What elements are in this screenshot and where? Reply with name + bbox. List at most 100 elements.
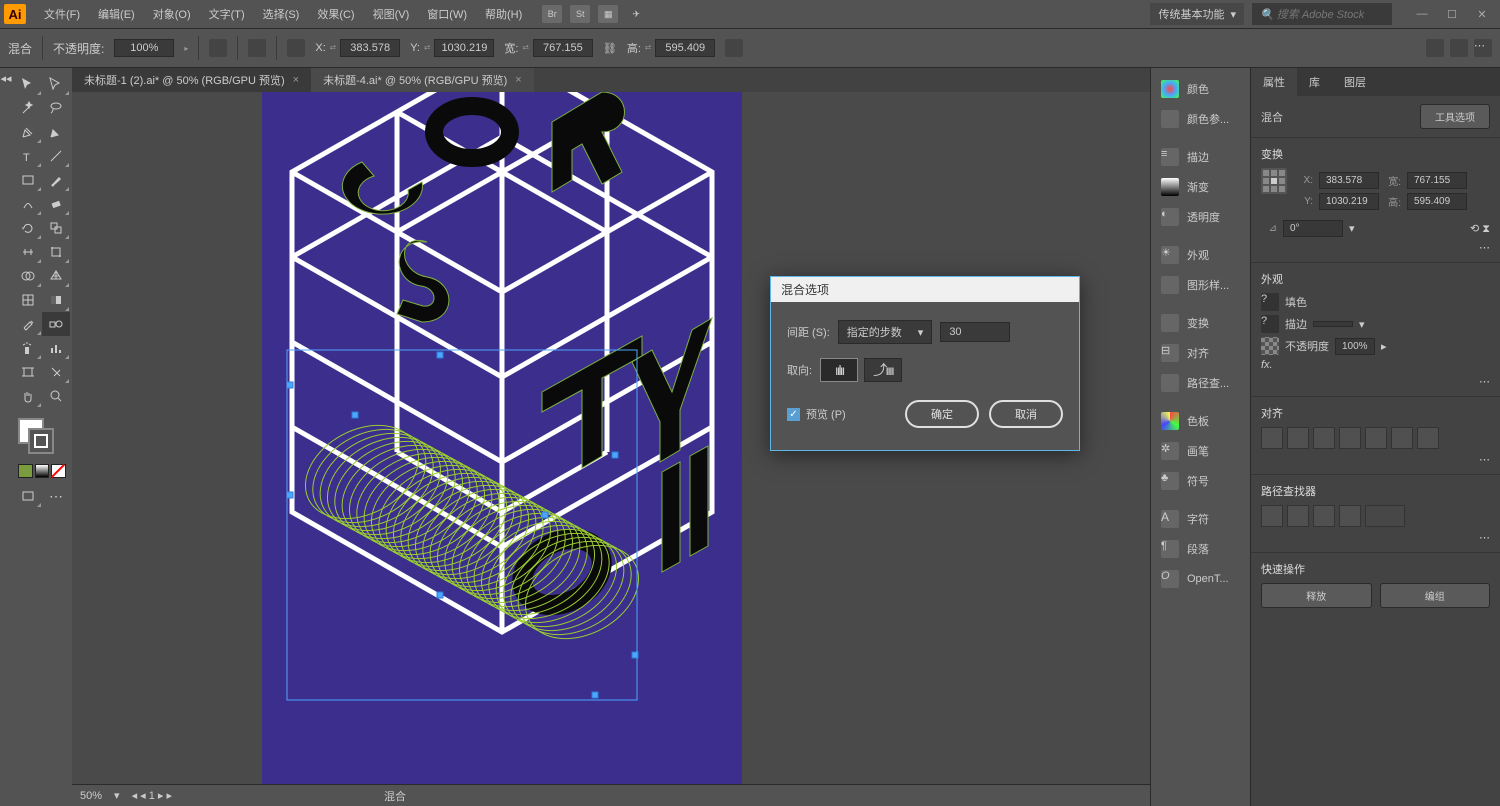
cancel-button[interactable]: 取消	[989, 400, 1063, 428]
menu-select[interactable]: 选择(S)	[255, 2, 308, 26]
stroke-icon[interactable]: ?	[1261, 315, 1279, 333]
doc-setup-icon[interactable]	[1426, 39, 1444, 57]
appearance-more[interactable]: ⋯	[1479, 376, 1490, 388]
release-button[interactable]: 释放	[1261, 583, 1372, 608]
transform-panel-icon[interactable]	[725, 39, 743, 57]
maximize-button[interactable]: ☐	[1438, 4, 1466, 24]
prop-y[interactable]: 1030.219	[1319, 193, 1379, 210]
panel-paragraph[interactable]: ¶段落	[1157, 534, 1244, 564]
panel-color[interactable]: 颜色	[1157, 74, 1244, 104]
pf-minus-front[interactable]	[1287, 505, 1309, 527]
zoom-level[interactable]: 50%	[80, 790, 102, 802]
type-tool[interactable]: T	[14, 144, 42, 168]
panel-color-guide[interactable]: 颜色参...	[1157, 104, 1244, 134]
color-swatches[interactable]	[14, 416, 70, 460]
fill-icon[interactable]: ?	[1261, 293, 1279, 311]
edit-toolbar[interactable]: ⋯	[42, 484, 70, 508]
align-vcenter[interactable]	[1365, 427, 1387, 449]
zoom-tool[interactable]	[42, 384, 70, 408]
opacity-arrow[interactable]: ▸	[184, 44, 188, 53]
panel-brushes[interactable]: ✲画笔	[1157, 436, 1244, 466]
minimize-button[interactable]: —	[1408, 4, 1436, 24]
orient-path-button[interactable]: ⤴ıııı	[864, 358, 902, 382]
style-icon[interactable]	[209, 39, 227, 57]
curvature-tool[interactable]	[42, 120, 70, 144]
line-tool[interactable]	[42, 144, 70, 168]
pf-unite[interactable]	[1261, 505, 1283, 527]
scale-tool[interactable]	[42, 216, 70, 240]
menu-effect[interactable]: 效果(C)	[309, 2, 362, 26]
panel-gradient[interactable]: 渐变	[1157, 172, 1244, 202]
prefs-icon[interactable]	[1450, 39, 1468, 57]
y-input[interactable]: 1030.219	[434, 39, 494, 57]
eyedropper-tool[interactable]	[14, 312, 42, 336]
pen-tool[interactable]	[14, 120, 42, 144]
panel-character[interactable]: A字符	[1157, 504, 1244, 534]
pf-intersect[interactable]	[1313, 505, 1335, 527]
color-mode-none[interactable]	[51, 464, 66, 478]
ok-button[interactable]: 确定	[905, 400, 979, 428]
free-transform-tool[interactable]	[42, 240, 70, 264]
x-input[interactable]: 383.578	[340, 39, 400, 57]
align-top[interactable]	[1339, 427, 1361, 449]
pf-exclude[interactable]	[1339, 505, 1361, 527]
tab-2[interactable]: 未标题-4.ai* @ 50% (RGB/GPU 预览)×	[311, 68, 534, 92]
symbol-sprayer-tool[interactable]	[14, 336, 42, 360]
align-distribute[interactable]	[1417, 427, 1439, 449]
link-icon[interactable]: ⛓	[603, 42, 617, 55]
pathfinder-more[interactable]: ⋯	[1479, 532, 1490, 544]
panel-pathfinder[interactable]: 路径查...	[1157, 368, 1244, 398]
direct-selection-tool[interactable]	[42, 72, 70, 96]
align-left[interactable]	[1261, 427, 1283, 449]
close-button[interactable]: ✕	[1468, 4, 1496, 24]
opacity-input[interactable]: 100%	[114, 39, 174, 57]
paintbrush-tool[interactable]	[42, 168, 70, 192]
blend-tool[interactable]	[42, 312, 70, 336]
tab-properties[interactable]: 属性	[1251, 68, 1297, 96]
prop-x[interactable]: 383.578	[1319, 172, 1379, 189]
h-input[interactable]: 595.409	[655, 39, 715, 57]
tab-1[interactable]: 未标题-1 (2).ai* @ 50% (RGB/GPU 预览)×	[72, 68, 311, 92]
rectangle-tool[interactable]	[14, 168, 42, 192]
panel-stroke[interactable]: ≡描边	[1157, 142, 1244, 172]
prop-w[interactable]: 767.155	[1407, 172, 1467, 189]
tool-options-button[interactable]: 工具选项	[1420, 104, 1490, 129]
panel-transform[interactable]: 变换	[1157, 308, 1244, 338]
gradient-tool[interactable]	[42, 288, 70, 312]
prop-angle[interactable]: 0°	[1283, 220, 1343, 237]
screen-mode[interactable]	[14, 484, 42, 508]
panel-swatches[interactable]: 色板	[1157, 406, 1244, 436]
menu-window[interactable]: 窗口(W)	[419, 2, 475, 26]
bridge-icon[interactable]: Br	[542, 5, 562, 23]
spacing-dropdown[interactable]: 指定的步数▾	[838, 320, 933, 344]
arrange-icon[interactable]: ▦	[598, 5, 618, 23]
panel-align[interactable]: ⊟对齐	[1157, 338, 1244, 368]
tool-collapse[interactable]: ◂◂	[0, 68, 12, 806]
page-nav[interactable]: ◂ ◂ 1 ▸ ▸	[132, 789, 172, 802]
shaper-tool[interactable]	[14, 192, 42, 216]
rotate-tool[interactable]	[14, 216, 42, 240]
color-mode-gradient[interactable]	[35, 464, 50, 478]
group-button[interactable]: 编组	[1380, 583, 1491, 608]
spacing-input[interactable]: 30	[940, 322, 1010, 342]
panel-appearance[interactable]: ☀外观	[1157, 240, 1244, 270]
menu-file[interactable]: 文件(F)	[36, 2, 88, 26]
recolor-icon[interactable]	[248, 39, 266, 57]
panel-opentype[interactable]: OOpenT...	[1157, 564, 1244, 594]
lasso-tool[interactable]	[42, 96, 70, 120]
tab-libraries[interactable]: 库	[1297, 68, 1332, 96]
pf-expand[interactable]	[1365, 505, 1405, 527]
align-right[interactable]	[1313, 427, 1335, 449]
prop-h[interactable]: 595.409	[1407, 193, 1467, 210]
artboard-tool[interactable]	[14, 360, 42, 384]
w-input[interactable]: 767.155	[533, 39, 593, 57]
align-more[interactable]: ⋯	[1479, 454, 1490, 466]
align-bottom[interactable]	[1391, 427, 1413, 449]
prop-opacity[interactable]: 100%	[1335, 338, 1375, 355]
perspective-grid-tool[interactable]	[42, 264, 70, 288]
panel-transparency[interactable]: ◐透明度	[1157, 202, 1244, 232]
stroke-color[interactable]	[28, 428, 54, 454]
tab-layers[interactable]: 图层	[1332, 68, 1378, 96]
tab-1-close[interactable]: ×	[293, 74, 299, 86]
gpu-icon[interactable]: ✈	[626, 5, 646, 23]
